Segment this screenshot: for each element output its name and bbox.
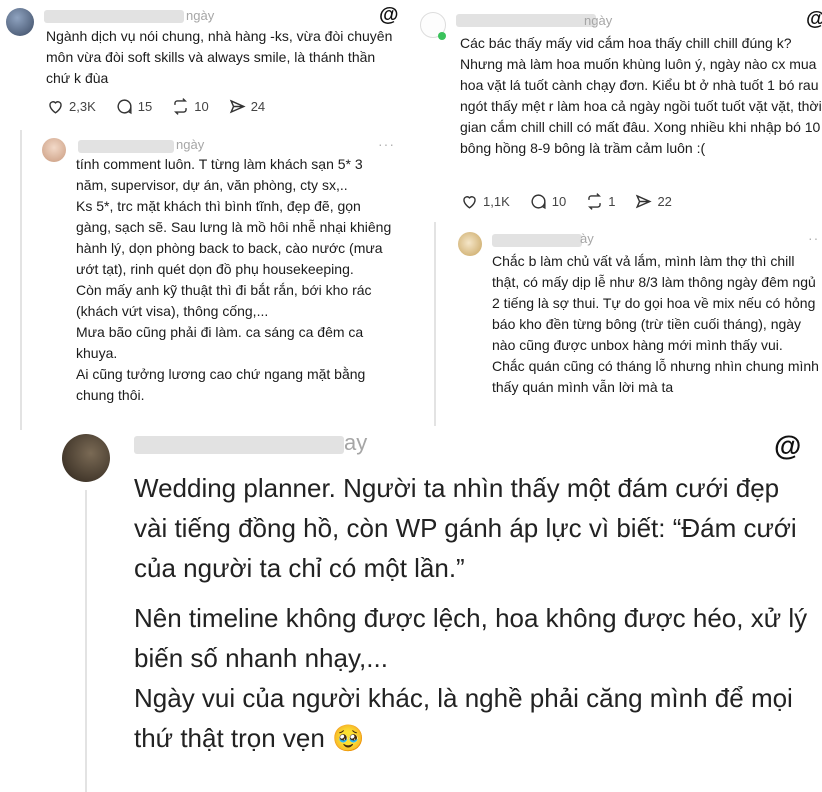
thread-line [20, 130, 22, 430]
share-count: 22 [657, 194, 672, 209]
author-name[interactable] [134, 436, 344, 454]
like-count: 2,3K [69, 99, 96, 114]
like-button[interactable]: 1,1K [460, 192, 510, 211]
online-dot [438, 32, 446, 40]
share-button[interactable]: 24 [228, 97, 265, 116]
comment-count: 10 [551, 194, 567, 209]
thread-line [434, 222, 436, 430]
reply-text: Chắc b làm chủ vất vả lắm, mình làm thợ … [492, 253, 819, 395]
author-avatar[interactable] [6, 8, 34, 36]
threads-logo-icon[interactable]: @ [806, 8, 822, 31]
send-icon [229, 99, 246, 114]
author-name[interactable] [44, 10, 184, 23]
author-name[interactable] [456, 14, 596, 27]
post-text-paragraph-2: Nên timeline không được lệch, hoa không … [134, 603, 808, 753]
threads-logo-icon[interactable]: @ [774, 430, 801, 462]
repost-count: 10 [194, 99, 209, 114]
reply-time: ngày [176, 137, 205, 152]
comment-count: 15 [137, 99, 153, 114]
heart-icon [49, 101, 62, 114]
post-text: Các bác thấy mấy vid cắm hoa thấy chill … [460, 35, 822, 156]
share-count: 24 [250, 99, 266, 114]
comment-icon [531, 194, 546, 210]
post-actions: 1,1K 10 1 22 [460, 192, 691, 211]
more-options-icon[interactable]: ··· [378, 136, 395, 152]
repost-button[interactable]: 1 [585, 192, 615, 211]
bottom-thread-panel: ay @ Wedding planner. Người ta nhìn thấy… [44, 426, 822, 792]
reply-avatar[interactable] [458, 232, 482, 256]
post-time: ay [344, 430, 368, 455]
post-time: ngày [584, 13, 613, 28]
post-text: Ngành dịch vụ nói chung, nhà hàng -ks, v… [46, 28, 393, 86]
post-time: ngày [186, 8, 215, 23]
more-options-icon[interactable]: ·· [808, 230, 819, 246]
reply-author-name[interactable] [78, 140, 174, 153]
repost-button[interactable]: 10 [171, 97, 209, 116]
comment-button[interactable]: 10 [529, 192, 566, 211]
comment-button[interactable]: 15 [115, 97, 152, 116]
comment-icon [117, 99, 132, 115]
author-avatar[interactable] [62, 434, 110, 482]
post-actions: 2,3K 15 10 24 [46, 97, 284, 116]
repost-count: 1 [608, 194, 616, 209]
share-button[interactable]: 22 [634, 192, 672, 211]
repost-icon [174, 98, 188, 115]
heart-icon [463, 196, 476, 209]
reply-author-name[interactable] [492, 234, 582, 247]
reply-avatar[interactable] [42, 138, 66, 162]
thread-line [85, 490, 87, 792]
send-icon [636, 194, 653, 209]
threads-logo-icon[interactable]: @ [379, 4, 399, 27]
like-count: 1,1K [483, 194, 510, 209]
left-thread-panel: ngày @ Ngành dịch vụ nói chung, nhà hàng… [0, 0, 412, 430]
right-thread-panel: ngày @ Các bác thấy mấy vid cắm hoa thấy… [416, 0, 822, 430]
reply-time: ày [580, 231, 594, 246]
post-text-paragraph-1: Wedding planner. Người ta nhìn thấy một … [134, 473, 797, 583]
reply-text: tính comment luôn. T từng làm khách sạn … [76, 156, 392, 403]
like-button[interactable]: 2,3K [46, 97, 96, 116]
repost-icon [588, 193, 602, 210]
